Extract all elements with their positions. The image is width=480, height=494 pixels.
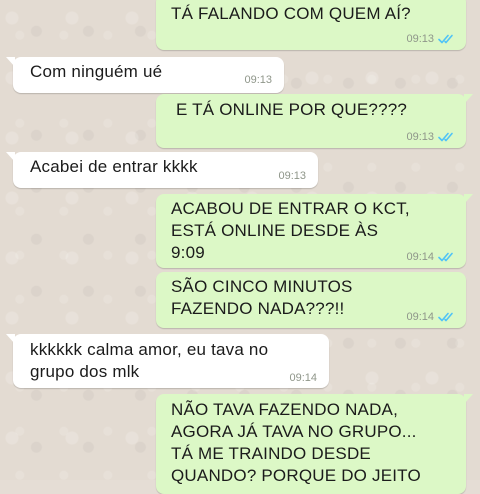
- message-meta: 09:13: [278, 170, 306, 182]
- message-meta: 09:14: [406, 251, 456, 263]
- message-text: TÁ FALANDO COM QUEM AÍ?: [171, 4, 411, 23]
- message-time: 09:13: [244, 74, 272, 86]
- message-text: Com ninguém ué: [30, 62, 163, 81]
- bubble-tail: [464, 194, 473, 204]
- message-meta: 09:13: [406, 33, 456, 45]
- message-time: 09:14: [406, 251, 434, 263]
- message-bubble-incoming[interactable]: Com ninguém ué 09:13: [6, 57, 284, 93]
- double-check-icon: [438, 252, 453, 262]
- message-bubble-outgoing[interactable]: TÁ FALANDO COM QUEM AÍ? 09:13: [156, 0, 466, 50]
- message-bubble-outgoing[interactable]: NÃO TAVA FAZENDO NADA, AGORA JÁ TAVA NO …: [156, 394, 473, 494]
- message-bubble-outgoing[interactable]: E TÁ ONLINE POR QUE???? 09:13: [156, 94, 473, 148]
- bubble-tail: [464, 394, 473, 404]
- message-meta: 09:13: [406, 131, 456, 143]
- message-bubble-outgoing[interactable]: SÃO CINCO MINUTOS FAZENDO NADA???!! 09:1…: [156, 272, 466, 328]
- message-text: Acabei de entrar kkkk: [30, 157, 198, 176]
- message-time: 09:14: [289, 372, 317, 384]
- bubble-tail: [464, 94, 473, 104]
- double-check-icon: [438, 34, 453, 44]
- message-meta: 09:14: [406, 311, 456, 323]
- message-bubble-incoming[interactable]: kkkkkk calma amor, eu tava no grupo dos …: [6, 334, 329, 388]
- message-time: 09:14: [406, 311, 434, 323]
- double-check-icon: [438, 312, 453, 322]
- bubble-tail: [6, 152, 15, 162]
- bubble-tail: [6, 334, 15, 344]
- message-bubble-incoming[interactable]: Acabei de entrar kkkk 09:13: [6, 152, 318, 188]
- message-time: 09:13: [406, 33, 434, 45]
- message-text: ACABOU DE ENTRAR O KCT, ESTÁ ONLINE DESD…: [171, 199, 410, 262]
- double-check-icon: [438, 132, 453, 142]
- message-bubble-outgoing[interactable]: ACABOU DE ENTRAR O KCT, ESTÁ ONLINE DESD…: [156, 194, 473, 268]
- message-text: kkkkkk calma amor, eu tava no grupo dos …: [30, 340, 269, 381]
- message-time: 09:13: [278, 170, 306, 182]
- message-time: 09:13: [406, 131, 434, 143]
- message-text: SÃO CINCO MINUTOS FAZENDO NADA???!!: [171, 277, 353, 318]
- bubble-tail: [6, 57, 15, 67]
- message-meta: 09:14: [289, 372, 317, 384]
- message-text: NÃO TAVA FAZENDO NADA, AGORA JÁ TAVA NO …: [171, 400, 421, 485]
- message-text: E TÁ ONLINE POR QUE????: [176, 100, 408, 119]
- message-meta: 09:13: [244, 74, 272, 86]
